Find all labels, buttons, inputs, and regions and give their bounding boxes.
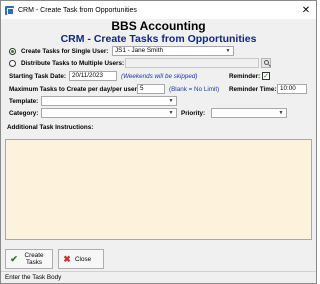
- start-date-label: Starting Task Date:: [9, 73, 66, 80]
- create-tasks-label: Create Tasks: [24, 252, 44, 266]
- template-dropdown[interactable]: ▼: [41, 96, 177, 106]
- priority-label: Priority:: [181, 110, 206, 117]
- close-x-icon: ✖: [63, 253, 71, 264]
- max-tasks-label: Maximum Tasks to Create per day/per user…: [9, 86, 140, 93]
- category-label: Category:: [9, 110, 39, 117]
- close-label: Close: [75, 255, 92, 263]
- chevron-down-icon: ▼: [168, 98, 174, 104]
- checkmark-icon: ✔: [10, 253, 18, 264]
- button-bar: ✔ Create Tasks ✖ Close: [1, 247, 316, 271]
- window-close-button[interactable]: ✕: [296, 1, 316, 19]
- multi-user-search-button[interactable]: [261, 58, 271, 68]
- status-bar: Enter the Task Body: [1, 271, 316, 283]
- start-date-value: 20/11/2023: [72, 72, 104, 79]
- reminder-checkbox[interactable]: ✓: [262, 72, 270, 80]
- priority-dropdown[interactable]: ▼: [211, 108, 287, 118]
- instructions-label: Additional Task Instructions:: [7, 124, 94, 131]
- dialog-subtitle: CRM - Create Tasks from Opportunities: [60, 33, 257, 45]
- dialog-window: CRM - Create Task from Opportunities ✕ B…: [0, 0, 317, 284]
- multi-user-label: Distribute Tasks to Multiple Users:: [21, 60, 125, 67]
- reminder-time-field[interactable]: 10:00: [277, 84, 307, 94]
- template-label: Template:: [9, 98, 39, 105]
- company-heading: BBS Accounting: [111, 19, 206, 33]
- chevron-down-icon: ▼: [278, 110, 284, 116]
- reminder-time-value: 10:00: [280, 85, 296, 92]
- status-text: Enter the Task Body: [5, 274, 62, 281]
- weekend-hint: (Weekends will be skipped): [121, 73, 198, 80]
- multi-user-radio[interactable]: [9, 60, 16, 67]
- create-tasks-button[interactable]: ✔ Create Tasks: [5, 249, 53, 269]
- chevron-down-icon: ▼: [168, 110, 174, 116]
- multi-user-field[interactable]: [125, 58, 259, 68]
- single-user-dropdown[interactable]: JS1 - Jane Smith ▼: [112, 46, 234, 56]
- chevron-down-icon: ▼: [225, 48, 231, 54]
- max-tasks-hint: (Blank = No Limit): [169, 86, 220, 93]
- close-button[interactable]: ✖ Close: [58, 249, 104, 269]
- category-dropdown[interactable]: ▼: [41, 108, 177, 118]
- reminder-time-label: Reminder Time:: [229, 86, 277, 93]
- single-user-radio[interactable]: [9, 48, 16, 55]
- single-user-label: Create Tasks for Single User:: [21, 48, 109, 55]
- window-title: CRM - Create Task from Opportunities: [18, 6, 137, 14]
- single-user-value: JS1 - Jane Smith: [115, 47, 163, 54]
- title-bar: CRM - Create Task from Opportunities ✕: [1, 1, 316, 19]
- start-date-field[interactable]: 20/11/2023: [69, 71, 117, 81]
- max-tasks-field[interactable]: 5: [137, 84, 165, 94]
- reminder-label: Reminder:: [229, 73, 261, 80]
- crm-app-icon: [5, 5, 14, 15]
- form-panel: BBS Accounting CRM - Create Tasks from O…: [1, 19, 316, 247]
- max-tasks-value: 5: [140, 85, 144, 92]
- instructions-textarea[interactable]: [5, 139, 312, 240]
